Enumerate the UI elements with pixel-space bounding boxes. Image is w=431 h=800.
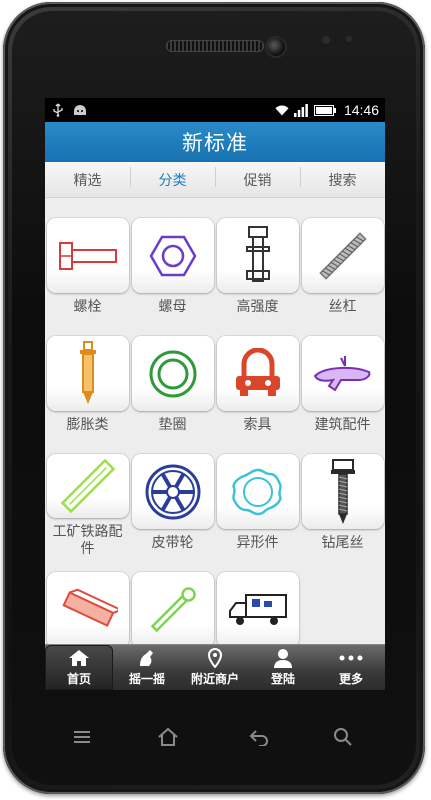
truck-icon[interactable] <box>216 572 299 648</box>
category-item[interactable]: 膨胀类 <box>45 316 130 434</box>
user-icon <box>274 648 292 668</box>
category-item[interactable]: 高强度 <box>215 198 300 316</box>
home-outline-icon[interactable] <box>153 724 183 750</box>
category-item[interactable]: 丝杠 <box>300 198 385 316</box>
category-label: 索具 <box>243 417 272 433</box>
category-label: 钻尾丝 <box>321 535 364 551</box>
app-title-bar: 新标准 <box>45 122 385 162</box>
category-label: 皮带轮 <box>151 535 194 551</box>
usb-icon <box>51 103 65 117</box>
tab-0[interactable]: 精选 <box>45 170 130 190</box>
category-item[interactable]: 异形件 <box>215 434 300 552</box>
category-label: 丝杠 <box>328 299 357 315</box>
menu-icon[interactable] <box>67 724 97 750</box>
hex-nut-icon[interactable] <box>131 218 214 293</box>
nav-item-4[interactable]: 更多 <box>317 645 385 690</box>
home-icon <box>68 648 90 668</box>
category-item[interactable]: 索具 <box>215 316 300 434</box>
category-item[interactable]: 螺母 <box>130 198 215 316</box>
nav-item-2[interactable]: 附近商户 <box>181 645 249 690</box>
proximity-sensor <box>322 36 330 44</box>
light-sensor <box>346 36 352 42</box>
wrench-icon[interactable] <box>131 572 214 648</box>
rail-part-icon[interactable] <box>46 454 129 518</box>
category-grid: 螺栓 螺母 高强度 丝杠膨胀类 垫圈 索具 建筑配件工矿铁路配件皮带轮 异形件 钻尾丝 <box>45 198 385 670</box>
page-title: 新标准 <box>182 131 248 155</box>
category-label: 螺母 <box>158 299 187 315</box>
washer-icon[interactable] <box>131 336 214 411</box>
category-label: 高强度 <box>236 299 279 315</box>
nav-item-3[interactable]: 登陆 <box>249 645 317 690</box>
nav-item-label: 登陆 <box>270 672 295 686</box>
location-pin-icon <box>207 648 223 668</box>
category-item[interactable]: 垫圈 <box>130 316 215 434</box>
nav-item-label: 附近商户 <box>190 672 239 686</box>
tab-1[interactable]: 分类 <box>130 166 215 190</box>
tab-3[interactable]: 搜索 <box>300 166 385 190</box>
category-label: 建筑配件 <box>314 417 371 433</box>
category-item[interactable]: 皮带轮 <box>130 434 215 552</box>
nav-item-1[interactable]: 摇一摇 <box>113 645 181 690</box>
category-item[interactable]: 工矿铁路配件 <box>45 434 130 557</box>
android-icon <box>73 103 87 117</box>
tab-2[interactable]: 促销 <box>215 166 300 190</box>
back-icon[interactable] <box>244 724 274 750</box>
category-label: 膨胀类 <box>66 417 109 433</box>
nav-item-label: 摇一摇 <box>128 672 165 686</box>
status-bar: 14:46 <box>45 98 385 122</box>
nav-item-0[interactable]: 首页 <box>45 645 113 690</box>
signal-icon <box>293 103 308 117</box>
hardware-keys <box>0 724 431 754</box>
wifi-icon <box>275 103 289 117</box>
status-clock: 14:46 <box>343 102 379 118</box>
category-item[interactable]: 螺栓 <box>45 198 130 316</box>
category-label: 异形件 <box>236 535 279 551</box>
category-tabs: 精选 分类 促销 搜索 <box>45 162 385 198</box>
search-icon[interactable] <box>328 724 358 750</box>
nav-item-label: 首页 <box>66 672 91 686</box>
bottom-navigation: 首页 摇一摇 附近商户 登陆 更多 <box>45 644 385 690</box>
bolt-icon[interactable] <box>46 218 129 293</box>
category-label: 螺栓 <box>73 299 102 315</box>
expansion-anchor-icon[interactable] <box>46 336 129 411</box>
screen: 14:46 新标准 精选 分类 促销 搜索 螺栓 螺母 高强度 丝杠膨胀类 垫圈 索具 建筑配件工… <box>45 98 385 690</box>
category-item[interactable]: 钻尾丝 <box>300 434 385 552</box>
shake-icon <box>136 648 158 668</box>
high-strength-bolt-icon[interactable] <box>216 218 299 293</box>
self-drilling-screw-icon[interactable] <box>301 454 384 529</box>
block-icon[interactable] <box>46 572 129 648</box>
building-fitting-icon[interactable] <box>301 336 384 411</box>
earpiece-speaker <box>166 40 264 52</box>
category-item[interactable]: 建筑配件 <box>300 316 385 434</box>
battery-icon <box>313 103 337 117</box>
front-camera-icon <box>267 38 285 56</box>
more-dots-icon <box>339 648 363 668</box>
nav-item-label: 更多 <box>338 672 363 686</box>
special-shaped-part-icon[interactable] <box>216 454 299 529</box>
pulley-icon[interactable] <box>131 454 214 529</box>
threaded-rod-icon[interactable] <box>301 218 384 293</box>
rigging-clamp-icon[interactable] <box>216 336 299 411</box>
category-label: 垫圈 <box>158 417 187 433</box>
